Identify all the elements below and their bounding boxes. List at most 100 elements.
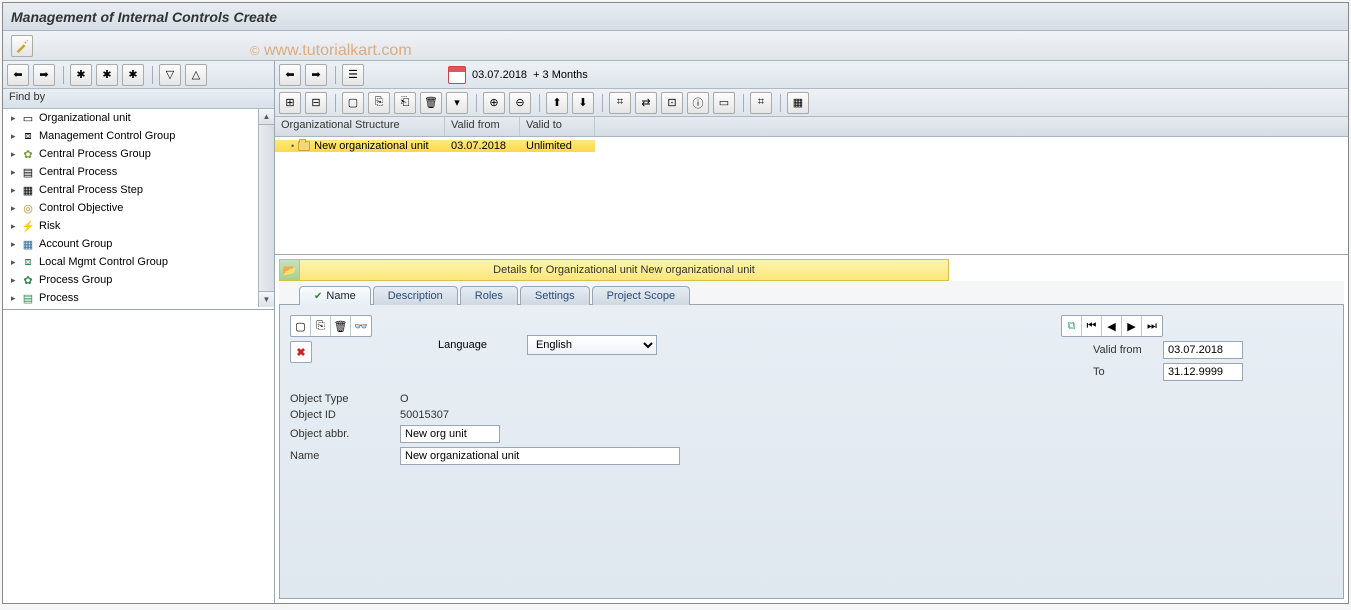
- validity-block: Valid from To: [1093, 341, 1243, 385]
- trash-icon[interactable]: 🗑: [331, 316, 351, 336]
- right-pane: ⬅ ➡ ☰ 03.07.2018 + 3 Months ⊞ ⊟ ▢ ⎘ ⎗ 🗑 …: [275, 61, 1348, 603]
- calendar-icon[interactable]: [448, 66, 466, 84]
- tree-item-process-group[interactable]: ▸✿Process Group: [3, 271, 274, 289]
- right-toolbar-1: ⬅ ➡ ☰ 03.07.2018 + 3 Months: [275, 61, 1348, 89]
- last-icon[interactable]: ⏭: [1142, 316, 1162, 336]
- tab-settings[interactable]: Settings: [520, 286, 590, 305]
- name-toolbar: ▢ ⎘ 🗑 👓: [290, 315, 372, 337]
- obj-abbr-label: Object abbr.: [290, 428, 400, 440]
- layout1-icon[interactable]: ⊞: [279, 92, 301, 114]
- tree-item-org-unit[interactable]: ▸▭Organizational unit: [3, 109, 274, 127]
- valid-to-input[interactable]: [1163, 363, 1243, 381]
- tabstrip: Name Description Roles Settings Project …: [279, 281, 1344, 305]
- favorite2-icon[interactable]: ✱: [96, 64, 118, 86]
- cpg-icon: ✿: [21, 147, 35, 161]
- tab-name[interactable]: Name: [299, 286, 371, 305]
- wand-icon[interactable]: [11, 35, 33, 57]
- tree-item-process[interactable]: ▸▤Process: [3, 289, 274, 307]
- move-up-icon[interactable]: ⬆: [546, 92, 568, 114]
- paste-icon[interactable]: ⎗: [394, 92, 416, 114]
- tree-area: ▸▭Organizational unit ▸⧈Management Contr…: [3, 109, 274, 307]
- col-valid-from[interactable]: Valid from: [445, 117, 520, 136]
- tree-item-central-process-group[interactable]: ▸✿Central Process Group: [3, 145, 274, 163]
- collapse-all-icon[interactable]: ⊖: [509, 92, 531, 114]
- cps-icon: ▦: [21, 183, 35, 197]
- info-icon[interactable]: ⓘ: [687, 92, 709, 114]
- obj-id-label: Object ID: [290, 409, 400, 421]
- date-value: 03.07.2018: [472, 69, 527, 81]
- tree-item-mgmt-control-group[interactable]: ▸⧈Management Control Group: [3, 127, 274, 145]
- valid-from-label: Valid from: [1093, 344, 1163, 356]
- create-icon[interactable]: ▢: [342, 92, 364, 114]
- risk-icon: ⚡: [21, 219, 35, 233]
- new-icon[interactable]: ▢: [291, 316, 311, 336]
- next-icon[interactable]: ▶: [1122, 316, 1142, 336]
- copy-icon[interactable]: ⎘: [311, 316, 331, 336]
- tab-description[interactable]: Description: [373, 286, 458, 305]
- delete-icon[interactable]: 🗑: [420, 92, 442, 114]
- layout2-icon[interactable]: ⊟: [305, 92, 327, 114]
- list-icon[interactable]: ☰: [342, 64, 364, 86]
- favorite3-icon[interactable]: ✱: [122, 64, 144, 86]
- tree-item-central-process-step[interactable]: ▸▦Central Process Step: [3, 181, 274, 199]
- title-bar: Management of Internal Controls Create: [3, 3, 1348, 31]
- copy-icon[interactable]: ⎘: [368, 92, 390, 114]
- dropdown-icon[interactable]: ▾: [446, 92, 468, 114]
- proc-icon: ▤: [21, 291, 35, 305]
- nav-back-icon[interactable]: ⬅: [7, 64, 29, 86]
- find-by-header: Find by: [3, 89, 274, 109]
- valid-from-input[interactable]: [1163, 341, 1243, 359]
- doc-icon[interactable]: ▭: [713, 92, 735, 114]
- first-icon[interactable]: ⏮: [1082, 316, 1102, 336]
- chart-icon[interactable]: ⧉: [1062, 316, 1082, 336]
- favorite1-icon[interactable]: ✱: [70, 64, 92, 86]
- glasses-icon[interactable]: 👓: [351, 316, 371, 336]
- details-folder-icon: 📂: [280, 260, 300, 280]
- assign-icon[interactable]: ⇄: [635, 92, 657, 114]
- right-toolbar-2: ⊞ ⊟ ▢ ⎘ ⎗ 🗑 ▾ ⊕ ⊖ ⬆ ⬇ ⌗ ⇄ ⊡ ⓘ ▭: [275, 89, 1348, 117]
- tab-project-scope[interactable]: Project Scope: [592, 286, 690, 305]
- scroll-up-icon[interactable]: ▲: [259, 109, 274, 125]
- nav-back-icon[interactable]: ⬅: [279, 64, 301, 86]
- grid-body: • New organizational unit 03.07.2018 Unl…: [275, 137, 1348, 255]
- tree-item-local-mgmt-control-group[interactable]: ▸⧈Local Mgmt Control Group: [3, 253, 274, 271]
- grid-row[interactable]: • New organizational unit 03.07.2018 Unl…: [275, 137, 1348, 155]
- col-org-structure[interactable]: Organizational Structure: [275, 117, 445, 136]
- hierarchy-icon[interactable]: ⌗: [609, 92, 631, 114]
- move-down-icon[interactable]: ⬇: [572, 92, 594, 114]
- row-to: Unlimited: [520, 140, 595, 152]
- structure-icon[interactable]: ⌗: [750, 92, 772, 114]
- tree-item-risk[interactable]: ▸⚡Risk: [3, 217, 274, 235]
- column-config-icon[interactable]: ▦: [787, 92, 809, 114]
- row-from: 03.07.2018: [445, 140, 520, 152]
- co-icon: ◎: [21, 201, 35, 215]
- expand-icon[interactable]: ▽: [159, 64, 181, 86]
- nav-forward-icon[interactable]: ➡: [305, 64, 327, 86]
- obj-abbr-input[interactable]: [400, 425, 500, 443]
- lmcg-icon: ⧈: [21, 255, 35, 269]
- name-input[interactable]: [400, 447, 680, 465]
- obj-type-label: Object Type: [290, 393, 400, 405]
- tab-content: ▢ ⎘ 🗑 👓 ✖ Language English: [279, 305, 1344, 599]
- tab-roles[interactable]: Roles: [460, 286, 518, 305]
- tree-item-account-group[interactable]: ▸▦Account Group: [3, 235, 274, 253]
- col-valid-to[interactable]: Valid to: [520, 117, 595, 136]
- language-select[interactable]: English: [527, 335, 657, 355]
- mcg-icon: ⧈: [21, 129, 35, 143]
- collapse-icon[interactable]: △: [185, 64, 207, 86]
- prev-icon[interactable]: ◀: [1102, 316, 1122, 336]
- left-lower-pane: [3, 309, 274, 603]
- date-suffix: + 3 Months: [533, 69, 588, 81]
- expand-all-icon[interactable]: ⊕: [483, 92, 505, 114]
- scroll-down-icon[interactable]: ▼: [259, 291, 274, 307]
- tree-item-central-process[interactable]: ▸▤Central Process: [3, 163, 274, 181]
- language-label: Language: [438, 339, 487, 351]
- left-toolbar: ⬅ ➡ ✱ ✱ ✱ ▽ △: [3, 61, 274, 89]
- nav-forward-icon[interactable]: ➡: [33, 64, 55, 86]
- ag-icon: ▦: [21, 237, 35, 251]
- where-used-icon[interactable]: ⊡: [661, 92, 683, 114]
- remove-button[interactable]: ✖: [290, 341, 312, 363]
- tree-scrollbar[interactable]: ▲ ▼: [258, 109, 274, 307]
- tree-item-control-objective[interactable]: ▸◎Control Objective: [3, 199, 274, 217]
- org-unit-icon: ▭: [21, 111, 35, 125]
